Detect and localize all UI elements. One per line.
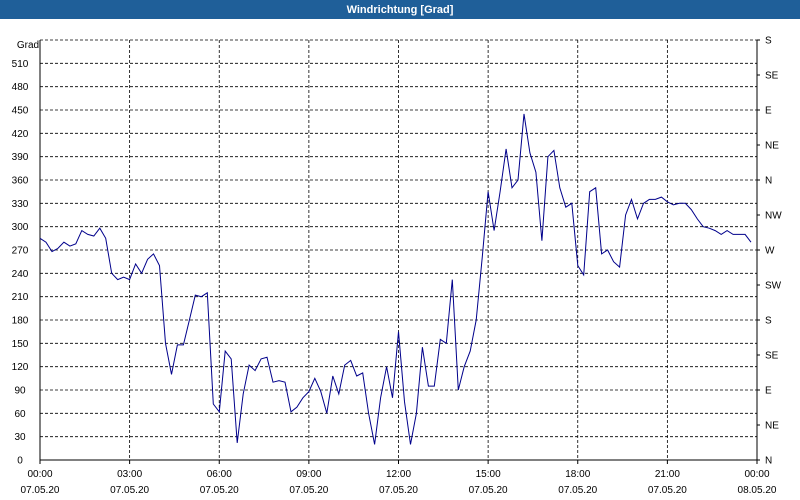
- y-tick-label: 300: [12, 222, 29, 233]
- x-tick-date-label: 07.05.20: [200, 485, 239, 496]
- right-compass-label: SE: [765, 71, 779, 82]
- y-tick-label: 480: [12, 82, 29, 93]
- y-tick-label: 420: [12, 129, 29, 140]
- right-compass-label: SW: [765, 281, 782, 292]
- right-compass-label: N: [765, 176, 772, 187]
- right-compass-label: N: [765, 456, 772, 467]
- y-tick-label: 450: [12, 106, 29, 117]
- y-tick-label: 60: [14, 409, 26, 420]
- right-compass-label: S: [765, 316, 772, 327]
- x-tick-time-label: 00:00: [744, 469, 769, 480]
- right-compass-label: NE: [765, 141, 779, 152]
- x-tick-date-label: 07.05.20: [558, 485, 597, 496]
- x-tick-time-label: 03:00: [117, 469, 142, 480]
- y-tick-label: 330: [12, 199, 29, 210]
- x-tick-time-label: 09:00: [296, 469, 321, 480]
- y-tick-label: 210: [12, 292, 29, 303]
- y-tick-label: 390: [12, 152, 29, 163]
- wind-direction-line: [39, 113, 752, 445]
- y-tick-label: 30: [14, 432, 26, 443]
- x-tick-time-label: 00:00: [27, 469, 52, 480]
- wind-direction-chart: 0 30 60 90 120 150 180 210 240 270 300 330 360 390 420…: [12, 36, 783, 497]
- right-compass-label: E: [765, 106, 772, 117]
- right-compass-label: NE: [765, 421, 779, 432]
- right-compass-label: W: [765, 246, 775, 257]
- x-tick-time-label: 18:00: [565, 469, 590, 480]
- x-tick-date-label: 08.05.20: [738, 485, 777, 496]
- x-tick-time-label: 12:00: [386, 469, 411, 480]
- right-compass-label: S: [765, 36, 772, 47]
- x-tick-date-label: 07.05.20: [648, 485, 687, 496]
- y-tick-label: 360: [12, 176, 29, 187]
- y-tick-label: 180: [12, 316, 29, 327]
- x-tick-time-label: 21:00: [655, 469, 680, 480]
- x-tick-date-label: 07.05.20: [289, 485, 328, 496]
- x-tick-date-label: 07.05.20: [469, 485, 508, 496]
- x-tick-time-label: 06:00: [207, 469, 232, 480]
- y-tick-label: 90: [14, 386, 26, 397]
- right-compass-label: SE: [765, 351, 779, 362]
- x-tick-date-label: 07.05.20: [21, 485, 60, 496]
- y-tick-label: 510: [12, 59, 29, 70]
- y-tick-label: 0: [17, 456, 23, 467]
- right-compass-label: E: [765, 386, 772, 397]
- y-tick-label: 240: [12, 269, 29, 280]
- right-compass-label: NW: [765, 211, 782, 222]
- y-axis-label: Grad: [17, 40, 39, 51]
- y-tick-label: 120: [12, 362, 29, 373]
- x-tick-date-label: 07.05.20: [379, 485, 418, 496]
- y-tick-label: 270: [12, 246, 29, 257]
- y-tick-label: 150: [12, 339, 29, 350]
- x-tick-date-label: 07.05.20: [110, 485, 149, 496]
- x-tick-time-label: 15:00: [476, 469, 501, 480]
